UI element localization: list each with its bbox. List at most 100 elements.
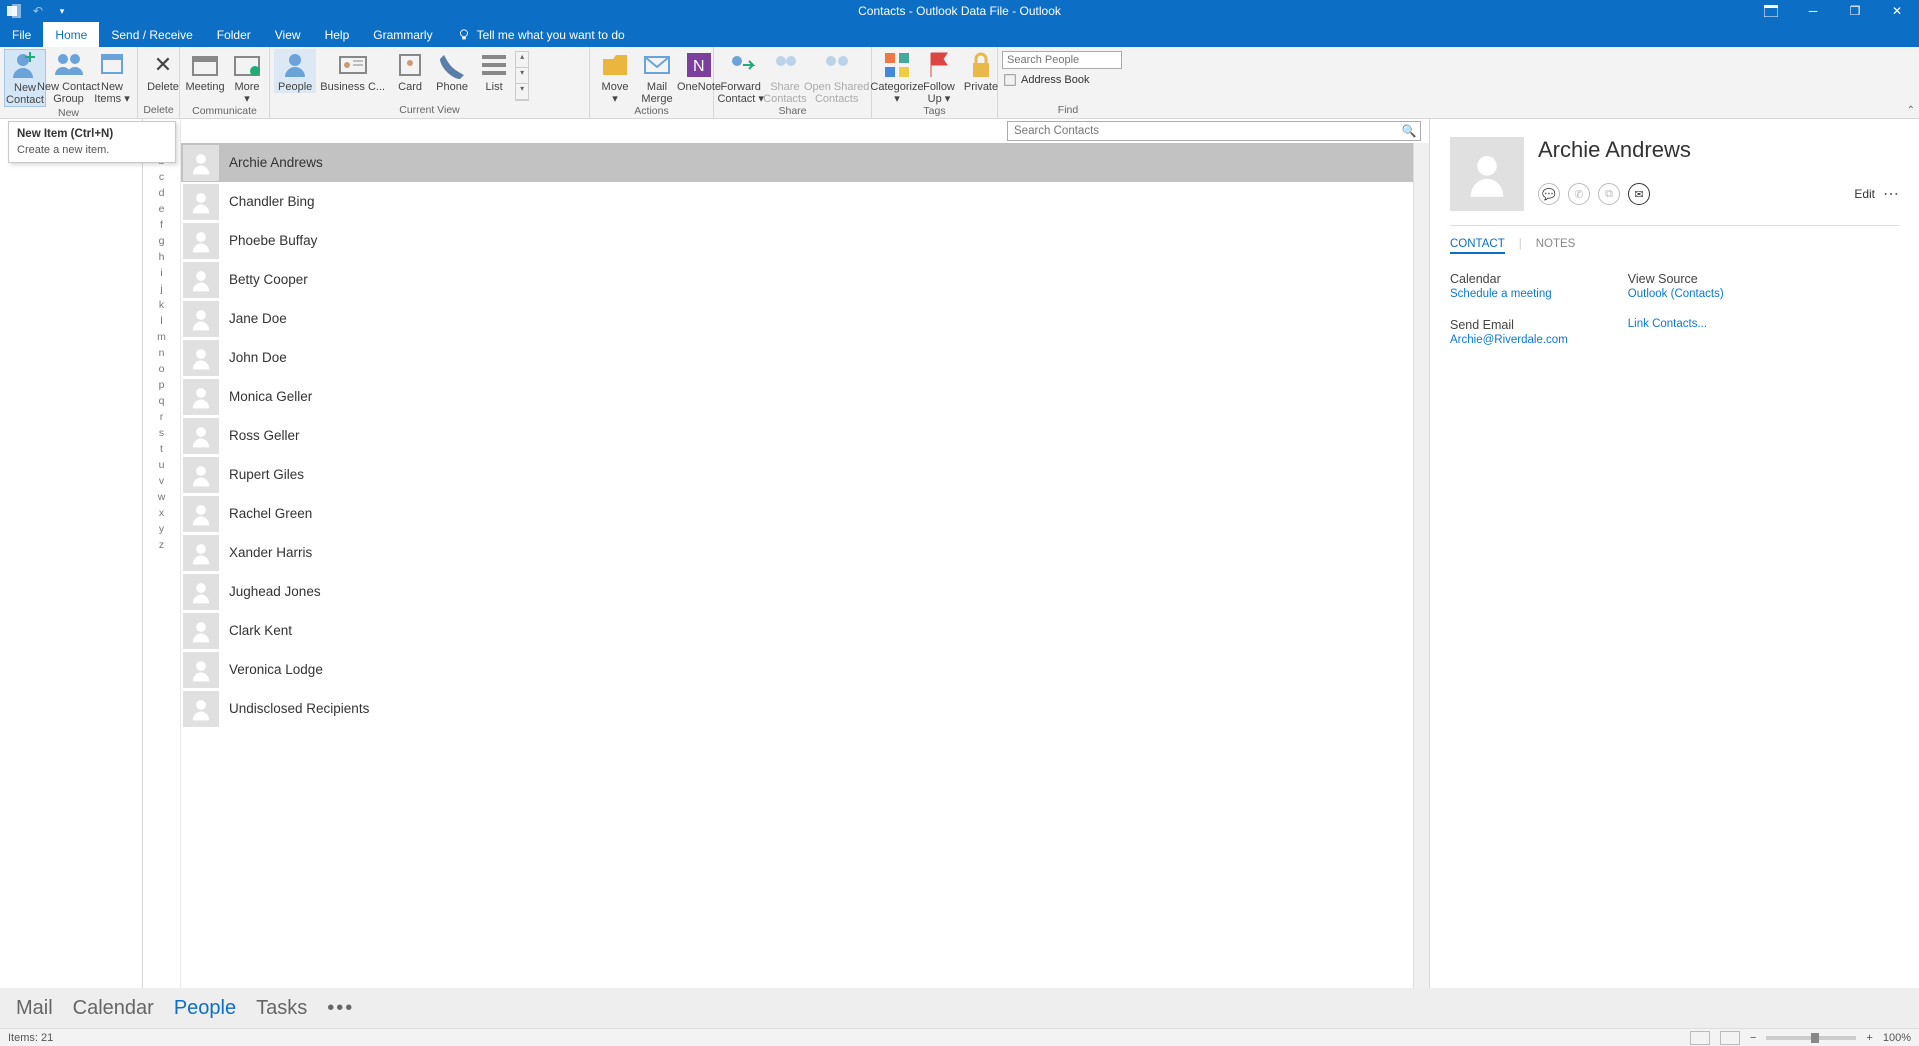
share-contacts-button[interactable]: Share Contacts bbox=[763, 49, 806, 105]
contact-row[interactable]: Ross Geller bbox=[181, 416, 1429, 455]
nav-more-icon[interactable]: ••• bbox=[327, 997, 354, 1020]
minimize-icon[interactable]: ─ bbox=[1805, 3, 1821, 19]
tab-file[interactable]: File bbox=[0, 22, 43, 47]
follow-up-button[interactable]: Follow Up ▾ bbox=[918, 49, 960, 105]
view-source-link[interactable]: Outlook (Contacts) bbox=[1628, 288, 1724, 300]
tab-home[interactable]: Home bbox=[43, 22, 99, 47]
search-people-input[interactable] bbox=[1002, 51, 1122, 69]
ribbon-display-icon[interactable] bbox=[1763, 3, 1779, 19]
az-m[interactable]: m bbox=[157, 331, 166, 343]
view-phone-button[interactable]: Phone bbox=[431, 49, 473, 93]
view-people-button[interactable]: People bbox=[274, 49, 316, 93]
az-h[interactable]: h bbox=[159, 251, 165, 263]
tab-grammarly[interactable]: Grammarly bbox=[361, 22, 444, 47]
contact-row[interactable]: Chandler Bing bbox=[181, 182, 1429, 221]
tab-send-receive[interactable]: Send / Receive bbox=[99, 22, 204, 47]
contact-row[interactable]: Monica Geller bbox=[181, 377, 1429, 416]
outlook-icon[interactable] bbox=[6, 3, 22, 19]
contact-row[interactable]: Jane Doe bbox=[181, 299, 1429, 338]
az-q[interactable]: q bbox=[159, 395, 165, 407]
contact-row[interactable]: Phoebe Buffay bbox=[181, 221, 1429, 260]
az-f[interactable]: f bbox=[160, 219, 163, 231]
zoom-slider[interactable] bbox=[1766, 1036, 1856, 1040]
nav-mail[interactable]: Mail bbox=[16, 997, 53, 1020]
notes-tab[interactable]: NOTES bbox=[1536, 238, 1576, 254]
az-p[interactable]: p bbox=[159, 379, 165, 391]
nav-tasks[interactable]: Tasks bbox=[256, 997, 307, 1020]
az-v[interactable]: v bbox=[159, 475, 164, 487]
contact-row[interactable]: John Doe bbox=[181, 338, 1429, 377]
move-button[interactable]: Move ▾ bbox=[594, 49, 636, 105]
categorize-button[interactable]: Categorize ▾ bbox=[876, 49, 918, 105]
search-contacts-box[interactable]: 🔍 bbox=[1007, 121, 1421, 141]
gallery-scroll[interactable]: ▴▾▾ bbox=[515, 51, 529, 101]
az-c[interactable]: c bbox=[159, 171, 164, 183]
contact-row[interactable]: Rachel Green bbox=[181, 494, 1429, 533]
contact-row[interactable]: Betty Cooper bbox=[181, 260, 1429, 299]
call-action-icon[interactable]: ✆ bbox=[1568, 183, 1590, 205]
az-l[interactable]: l bbox=[160, 315, 162, 327]
open-shared-contacts-button[interactable]: Open Shared Contacts bbox=[806, 49, 867, 105]
link-contacts-link[interactable]: Link Contacts... bbox=[1628, 318, 1724, 330]
new-items-button[interactable]: New Items ▾ bbox=[91, 49, 133, 105]
mail-merge-button[interactable]: Mail Merge bbox=[636, 49, 678, 105]
maximize-icon[interactable]: ❐ bbox=[1847, 3, 1863, 19]
contact-row[interactable]: Jughead Jones bbox=[181, 572, 1429, 611]
meeting-button[interactable]: Meeting bbox=[184, 49, 226, 93]
view-card-button[interactable]: Card bbox=[389, 49, 431, 93]
contact-row[interactable]: Veronica Lodge bbox=[181, 650, 1429, 689]
view-normal-button[interactable] bbox=[1690, 1031, 1710, 1045]
contact-row[interactable]: Archie Andrews bbox=[181, 143, 1429, 182]
az-e[interactable]: e bbox=[159, 203, 165, 215]
contact-row[interactable]: Xander Harris bbox=[181, 533, 1429, 572]
tab-help[interactable]: Help bbox=[313, 22, 362, 47]
contact-row[interactable]: Rupert Giles bbox=[181, 455, 1429, 494]
video-action-icon[interactable]: ⧉ bbox=[1598, 183, 1620, 205]
az-y[interactable]: y bbox=[159, 523, 164, 535]
az-n[interactable]: n bbox=[159, 347, 165, 359]
az-x[interactable]: x bbox=[159, 507, 164, 519]
az-o[interactable]: o bbox=[159, 363, 165, 375]
address-book-button[interactable]: Address Book bbox=[1002, 71, 1122, 89]
more-communicate-button[interactable]: More ▾ bbox=[226, 49, 268, 105]
az-g[interactable]: g bbox=[159, 235, 165, 247]
forward-contact-button[interactable]: Forward Contact ▾ bbox=[718, 49, 763, 105]
view-reading-button[interactable] bbox=[1720, 1031, 1740, 1045]
new-contact-group-button[interactable]: New Contact Group bbox=[46, 49, 91, 105]
az-d[interactable]: d bbox=[159, 187, 165, 199]
nav-people[interactable]: People bbox=[174, 997, 236, 1020]
az-u[interactable]: u bbox=[159, 459, 165, 471]
more-actions-icon[interactable]: ⋯ bbox=[1883, 184, 1899, 204]
az-k[interactable]: k bbox=[159, 299, 164, 311]
tell-me-search[interactable]: Tell me what you want to do bbox=[445, 22, 637, 47]
view-list-button[interactable]: List bbox=[473, 49, 515, 93]
schedule-meeting-link[interactable]: Schedule a meeting bbox=[1450, 288, 1568, 300]
private-button[interactable]: Private bbox=[960, 49, 1002, 93]
close-icon[interactable]: ✕ bbox=[1889, 3, 1905, 19]
nav-calendar[interactable]: Calendar bbox=[73, 997, 154, 1020]
edit-link[interactable]: Edit bbox=[1854, 187, 1875, 201]
contact-row[interactable]: Clark Kent bbox=[181, 611, 1429, 650]
az-i[interactable]: i bbox=[160, 267, 162, 279]
az-j[interactable]: j bbox=[160, 283, 162, 295]
az-w[interactable]: w bbox=[158, 491, 166, 503]
search-contacts-input[interactable] bbox=[1008, 125, 1398, 137]
az-t[interactable]: t bbox=[160, 443, 163, 455]
tab-folder[interactable]: Folder bbox=[205, 22, 263, 47]
view-business-card-button[interactable]: Business C... bbox=[316, 49, 389, 93]
qat-customize-icon[interactable]: ▾ bbox=[54, 3, 70, 19]
list-scrollbar[interactable] bbox=[1413, 143, 1429, 1008]
contact-tab[interactable]: CONTACT bbox=[1450, 238, 1505, 254]
zoom-out-button[interactable]: − bbox=[1750, 1032, 1756, 1044]
delete-button[interactable]: ✕ Delete bbox=[142, 49, 184, 93]
email-action-icon[interactable]: ✉ bbox=[1628, 183, 1650, 205]
chat-action-icon[interactable]: 💬 bbox=[1538, 183, 1560, 205]
az-r[interactable]: r bbox=[160, 411, 164, 423]
tab-view[interactable]: View bbox=[263, 22, 313, 47]
email-address-link[interactable]: Archie@Riverdale.com bbox=[1450, 334, 1568, 346]
search-icon[interactable]: 🔍 bbox=[1398, 124, 1420, 138]
contact-row[interactable]: Undisclosed Recipients bbox=[181, 689, 1429, 728]
az-z[interactable]: z bbox=[159, 539, 164, 551]
undo-icon[interactable]: ↶ bbox=[30, 3, 46, 19]
az-s[interactable]: s bbox=[159, 427, 164, 439]
